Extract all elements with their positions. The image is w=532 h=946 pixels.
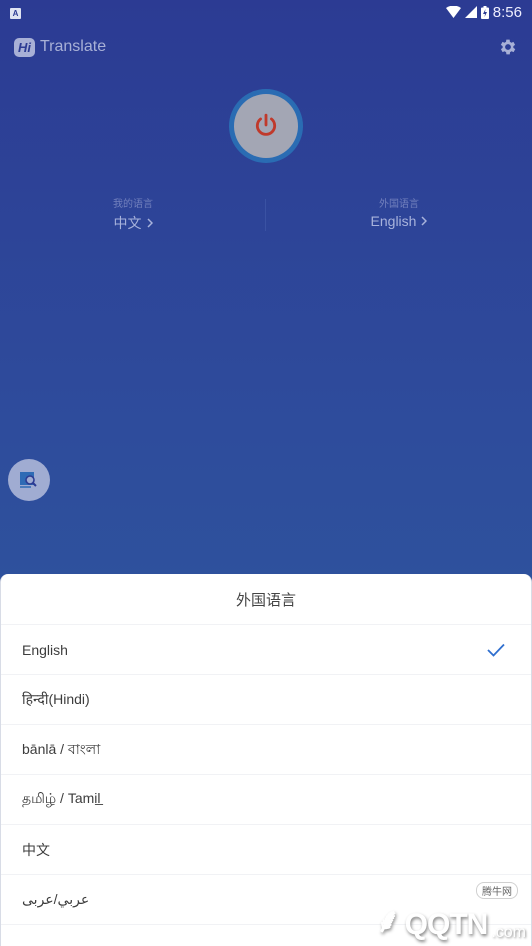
language-item-label: bānlā / বাংলা <box>22 740 101 757</box>
language-item-label: தமிழ் / Tamil̲ <box>22 790 101 806</box>
status-time: 8:56 <box>492 3 522 21</box>
foreign-language-selector[interactable]: 外国语言 English <box>266 195 532 235</box>
watermark-cn: 腾牛网 <box>476 882 518 899</box>
sheet-title: 外国语言 <box>1 574 531 625</box>
watermark-text: QQTN <box>404 908 489 941</box>
wifi-icon <box>445 6 461 18</box>
language-selector-row: 我的语言 中文 外国语言 English <box>0 195 532 235</box>
signal-icon <box>464 6 477 18</box>
checkmark-icon <box>487 643 505 657</box>
language-bottom-sheet: 外国语言 English हिन्दी(Hindi) bānlā / বাংলা… <box>0 574 532 946</box>
language-item-hindi[interactable]: हिन्दी(Hindi) <box>1 675 531 725</box>
watermark-logo-icon: ⸙ <box>375 902 401 940</box>
language-item-english[interactable]: English <box>1 625 531 675</box>
image-search-icon <box>20 472 37 488</box>
language-item-tamil[interactable]: தமிழ் / Tamil̲ <box>1 775 531 825</box>
status-bar: A 8:56 <box>0 0 532 24</box>
language-item-label: 中文 <box>22 841 50 858</box>
power-ring <box>229 89 303 163</box>
status-right: 8:56 <box>445 3 522 21</box>
app-name: Translate <box>40 38 107 55</box>
language-divider <box>265 199 266 231</box>
a-notification-icon: A <box>10 8 21 19</box>
language-item-label: हिन्दी(Hindi) <box>22 691 90 707</box>
foreign-language-value[interactable]: English <box>371 213 428 229</box>
power-icon <box>255 113 277 136</box>
my-language-label: 我的语言 <box>113 199 153 210</box>
watermark: ⸙ QQTN .com 腾牛网 <box>375 882 526 942</box>
brand: Hi Translate <box>14 37 107 57</box>
my-language-text: 中文 <box>113 215 142 231</box>
language-list: English हिन्दी(Hindi) bānlā / বাংলা தமிழ… <box>1 625 531 925</box>
power-button[interactable] <box>234 94 298 158</box>
language-item-label: English <box>22 641 68 658</box>
chevron-right-icon <box>146 218 153 228</box>
foreign-language-label: 外国语言 <box>379 199 419 210</box>
language-item-bengali[interactable]: bānlā / বাংলা <box>1 725 531 775</box>
app-header: Hi Translate <box>0 32 532 62</box>
language-item-label: عربي/عربى <box>22 891 90 907</box>
app-logo: Hi <box>14 37 35 57</box>
language-item-chinese[interactable]: 中文 <box>1 825 531 875</box>
watermark-suffix: .com <box>491 924 526 941</box>
gear-icon[interactable] <box>498 37 518 57</box>
foreign-language-text: English <box>370 213 417 229</box>
image-translate-button[interactable] <box>8 459 50 501</box>
chevron-right-icon <box>421 216 428 226</box>
status-left: A <box>10 3 21 21</box>
my-language-value[interactable]: 中文 <box>114 213 153 233</box>
my-language-selector[interactable]: 我的语言 中文 <box>0 195 266 235</box>
battery-charging-icon <box>480 5 489 19</box>
